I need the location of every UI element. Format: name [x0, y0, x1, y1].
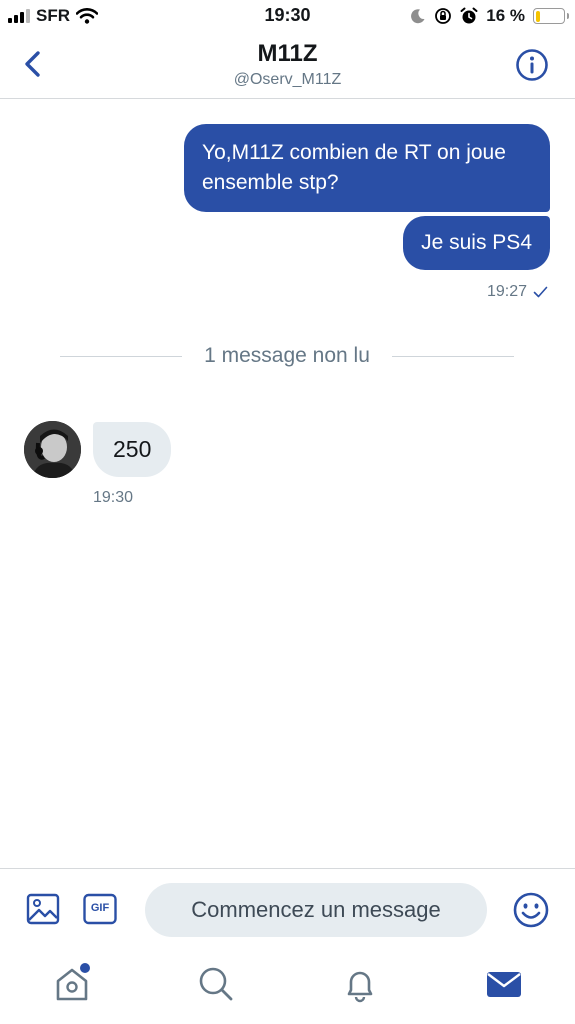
conversation-title: M11Z [257, 40, 318, 67]
messages-icon[interactable] [484, 964, 524, 1004]
avatar-image [24, 421, 81, 478]
battery-percent: 16 % [486, 6, 525, 25]
alarm-icon [460, 7, 478, 24]
incoming-message[interactable]: 250 [93, 422, 172, 477]
avatar[interactable] [24, 421, 81, 478]
conversation-handle: @Oserv_M11Z [233, 71, 342, 88]
divider-line [60, 355, 183, 357]
unread-label: 1 message non lu [204, 344, 370, 367]
check-icon [533, 286, 548, 298]
info-icon[interactable] [515, 48, 549, 82]
gif-icon[interactable]: GIF [83, 893, 117, 925]
message-composer: GIF [0, 868, 575, 951]
message-input[interactable] [145, 883, 487, 937]
gif-label: GIF [90, 902, 110, 914]
outgoing-timestamp: 19:27 [487, 283, 548, 301]
divider-line [391, 355, 514, 357]
moon-icon [411, 9, 425, 24]
image-icon[interactable] [26, 892, 60, 926]
outgoing-time: 19:27 [486, 283, 527, 300]
conversation-header: M11Z @Oserv_M11Z [0, 34, 575, 99]
unread-divider: 1 message non lu [60, 342, 514, 370]
outgoing-message[interactable]: Yo,M11Z combien de RT on joue ensemble s… [184, 124, 550, 212]
battery-icon [533, 8, 569, 24]
notifications-icon[interactable] [340, 964, 380, 1004]
tab-bar [0, 950, 575, 1024]
status-bar: SFR 19:30 16 % [0, 0, 575, 34]
home-badge-dot [80, 963, 90, 973]
outgoing-message[interactable]: Je suis PS4 [403, 216, 550, 270]
emoji-icon[interactable] [512, 891, 550, 929]
battery-level [535, 10, 540, 22]
rotation-lock-icon [435, 8, 452, 24]
incoming-timestamp: 19:30 [93, 489, 134, 506]
search-icon[interactable] [196, 964, 236, 1004]
status-bar-right: 16 % [410, 6, 569, 26]
